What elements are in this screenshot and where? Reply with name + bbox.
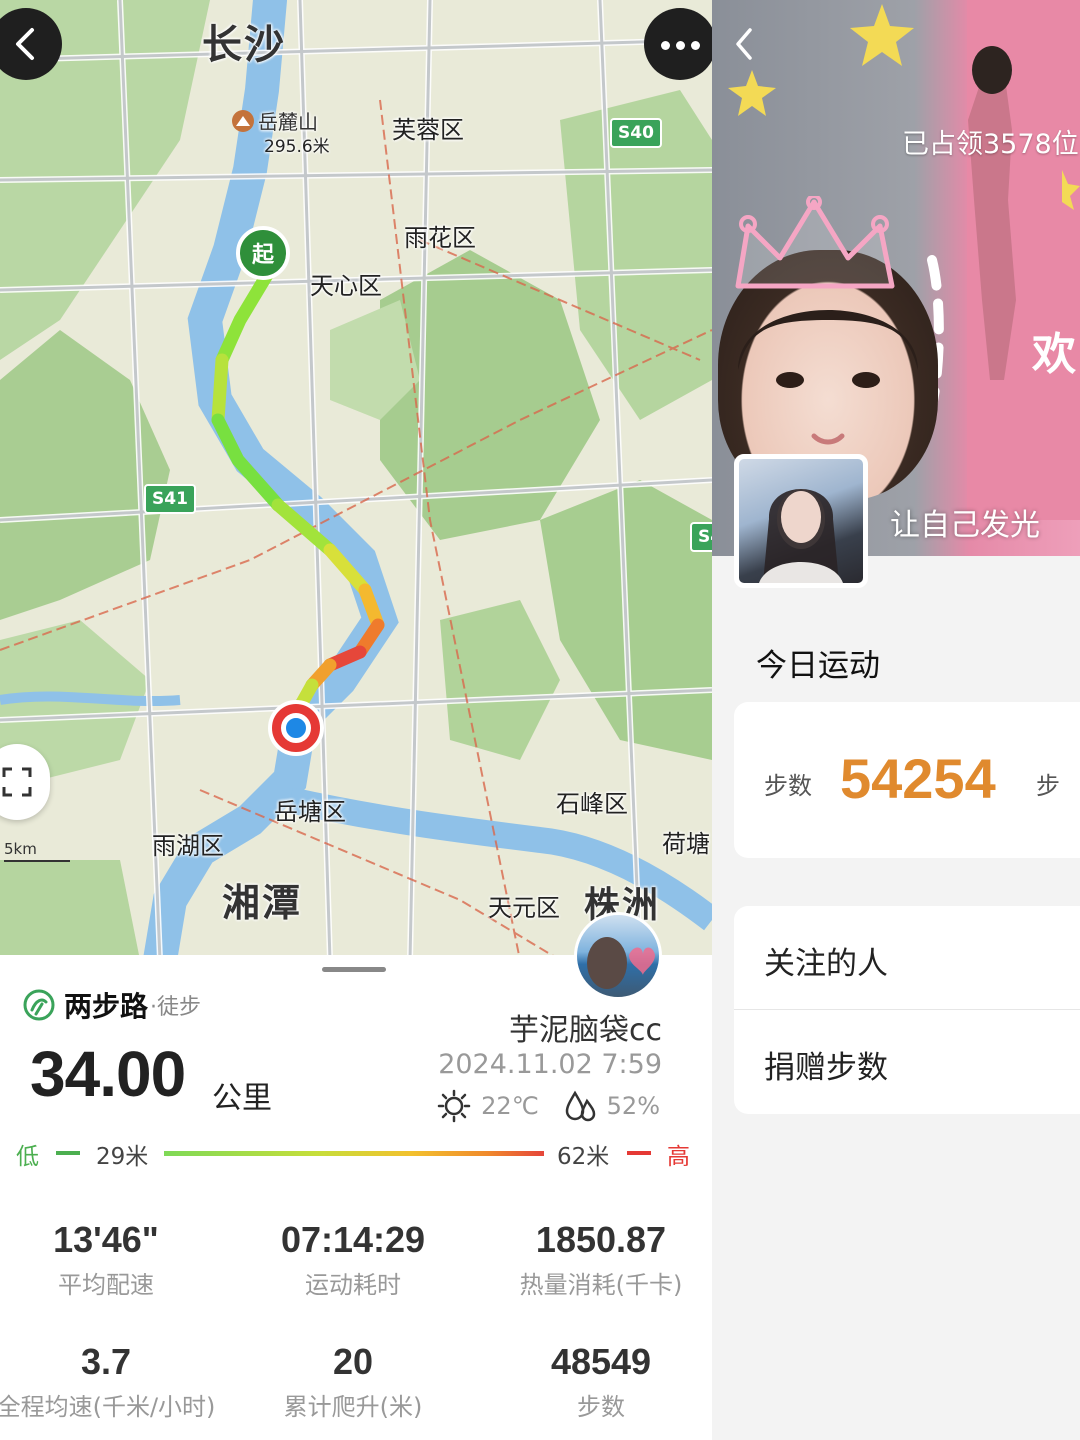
profile-avatar[interactable]	[734, 454, 868, 588]
map-label-furong: 芙蓉区	[392, 116, 464, 144]
stat-calories: 1850.87 热量消耗(千卡)	[519, 1219, 683, 1299]
elevation-legend: 低 29米 62米 高	[0, 1137, 712, 1170]
stat-avg-speed: 3.7 全程均速(千米/小时)	[0, 1341, 216, 1421]
more-dots-icon	[658, 35, 703, 54]
brand-name: 两步路	[64, 990, 149, 1023]
activity-type: ·徒步	[150, 995, 202, 1020]
steps-card[interactable]: 步数 54254 步	[734, 702, 1080, 858]
back-arrow-icon	[16, 28, 34, 60]
humidity: 52%	[606, 1092, 660, 1120]
distance-value: 34.00	[30, 1038, 186, 1110]
elevation-max: 62米	[557, 1144, 610, 1170]
menu-item-following[interactable]: 关注的人	[734, 906, 1080, 1010]
road-badge-s41: S41	[144, 484, 196, 514]
mountain-icon	[232, 109, 254, 132]
map-label-yuelushan: 岳麓山	[232, 106, 318, 135]
elevation-high-swatch	[627, 1151, 651, 1155]
map-label-xiangtan: 湘潭	[222, 881, 303, 925]
map-scale: 5km	[4, 840, 70, 862]
occupied-rank-text: 已占领3578位	[902, 129, 1079, 160]
crown-icon	[735, 196, 895, 289]
steps-label: 步数	[764, 772, 812, 800]
stat-duration: 07:14:29 运动耗时	[280, 1219, 426, 1299]
elevation-high-label: 高	[667, 1144, 690, 1170]
road-badge-s4x: S4	[690, 522, 712, 552]
route-end-marker[interactable]	[268, 700, 324, 756]
steps-value: 54254	[840, 747, 996, 810]
map-label-yuetang: 岳塘区	[274, 798, 346, 826]
elevation-low-label: 低	[16, 1144, 39, 1170]
cover-slogan: 让自己发光	[890, 508, 1040, 543]
elevation-gradient	[164, 1151, 544, 1156]
map-label-hetang: 荷塘	[662, 830, 710, 858]
cover-sign-text: 欢	[1032, 329, 1076, 380]
temperature: 22℃	[481, 1092, 539, 1120]
today-activity-title: 今日运动	[756, 648, 880, 684]
profile-menu: 关注的人 捐赠步数	[734, 906, 1080, 1114]
map-label-yuelushan-height: 295.6米	[264, 137, 330, 157]
username[interactable]: 芋泥脑袋cc	[509, 1005, 662, 1049]
elevation-low-swatch	[56, 1151, 80, 1155]
summary-sheet: 两步路 ·徒步 34.00 公里 芋泥脑袋cc 2024.11.02 7:59 …	[0, 955, 712, 1440]
route-detail-panel: 长沙 岳麓山 295.6米 芙蓉区 雨花区 天心区 岳塘区 雨湖区 湘潭 石峰区…	[0, 0, 712, 1440]
profile-panel: 欢 已占领3578位 让自己发光 今日运动 步数 54254 步 关注的人 捐赠…	[712, 0, 1080, 1440]
road-badge-s40: S40	[610, 118, 662, 148]
map-label-shifeng: 石峰区	[556, 790, 628, 818]
expand-icon	[2, 767, 32, 797]
map-label-yuhua: 雨花区	[404, 224, 476, 252]
weather-info: 22℃ 52%	[437, 1089, 660, 1123]
brand-logo-icon	[23, 989, 55, 1021]
stat-avg-pace: 13'46" 平均配速	[53, 1219, 159, 1299]
distance-unit: 公里	[212, 1081, 272, 1116]
humidity-icon	[565, 1090, 595, 1122]
stat-steps: 48549 步数	[550, 1341, 652, 1421]
brand: 两步路 ·徒步	[22, 985, 201, 1025]
map-label-tianyuan: 天元区	[488, 894, 560, 922]
more-button[interactable]	[644, 8, 712, 80]
user-avatar[interactable]	[574, 912, 662, 1000]
stat-total-climb: 20 累计爬升(米)	[283, 1341, 423, 1421]
sun-icon	[437, 1089, 471, 1123]
menu-item-donate-steps[interactable]: 捐赠步数	[734, 1010, 1080, 1114]
steps-unit: 步	[1036, 772, 1060, 800]
back-arrow-icon	[736, 28, 752, 60]
map-label-tianxin: 天心区	[310, 272, 382, 300]
map-label-yuhu: 雨湖区	[152, 832, 224, 860]
route-start-marker[interactable]: 起	[236, 226, 290, 280]
activity-datetime: 2024.11.02 7:59	[438, 1049, 662, 1080]
profile-back-button[interactable]	[732, 26, 756, 66]
map-label-changsha: 长沙	[202, 22, 286, 68]
route-map[interactable]: 长沙 岳麓山 295.6米 芙蓉区 雨花区 天心区 岳塘区 雨湖区 湘潭 石峰区…	[0, 0, 712, 960]
drag-handle[interactable]	[322, 967, 386, 972]
elevation-min: 29米	[96, 1144, 149, 1170]
